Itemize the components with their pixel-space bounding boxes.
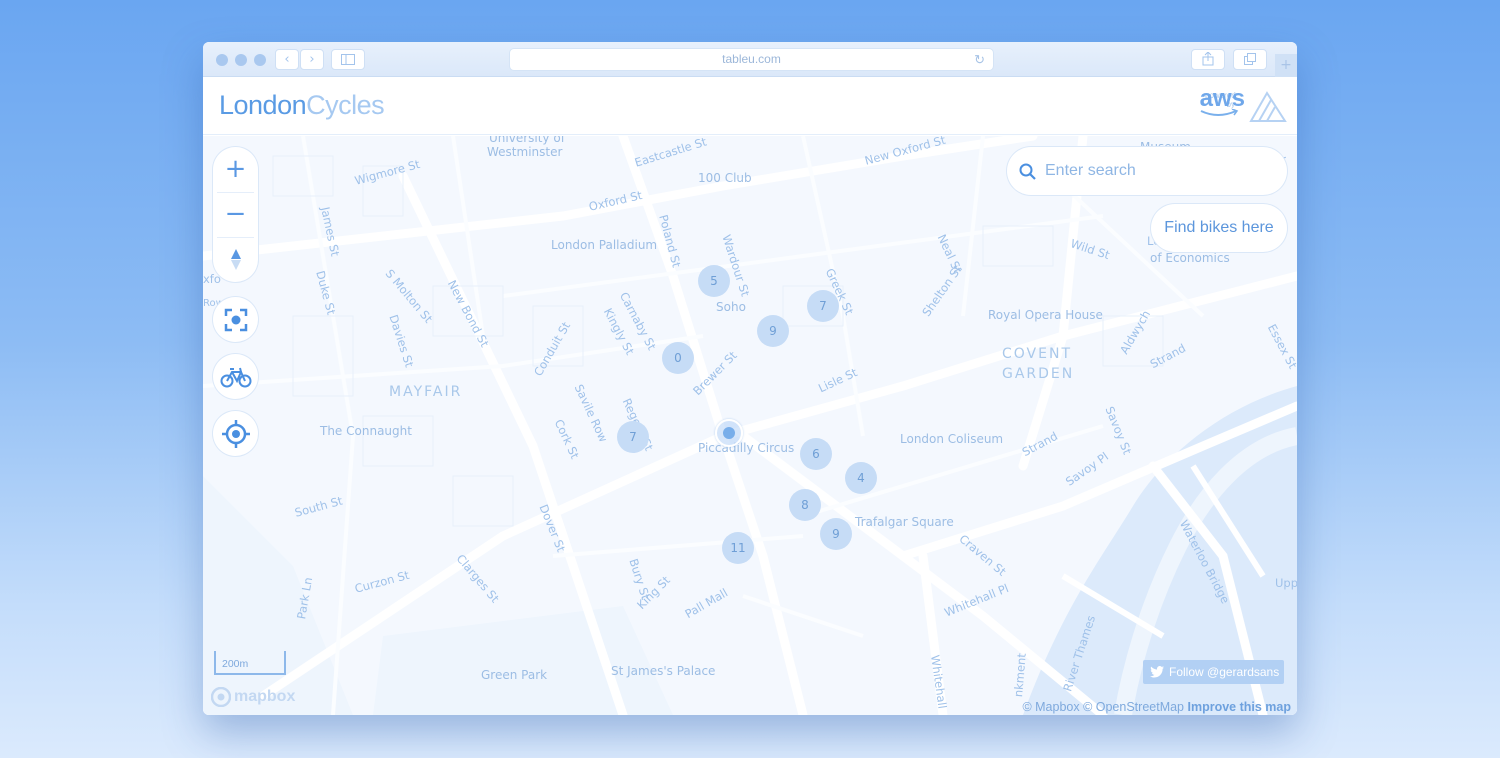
place-label: 100 Club <box>698 171 752 185</box>
place-label: London Palladium <box>551 238 658 252</box>
zoom-out-button[interactable]: − <box>213 192 258 237</box>
area-label-covent: COVENT <box>1002 346 1072 362</box>
amplify-logo-icon <box>1249 91 1287 122</box>
address-bar[interactable]: tableu.com ↻ <box>509 48 994 71</box>
place-label: London Coliseum <box>900 432 1004 446</box>
bike-cluster-marker[interactable]: 4 <box>845 462 877 494</box>
place-label: Soho <box>716 300 746 314</box>
bike-cluster-marker[interactable]: 6 <box>800 438 832 470</box>
compass-button[interactable] <box>213 237 258 282</box>
url-text: tableu.com <box>722 52 781 66</box>
tabs-icon <box>1244 53 1256 65</box>
area-label-garden: GARDEN <box>1002 366 1075 382</box>
app-header: LondonCycles powered by aws <box>203 77 1297 135</box>
bike-cluster-marker[interactable]: 9 <box>757 315 789 347</box>
bike-cluster-marker[interactable]: 0 <box>662 342 694 374</box>
back-button[interactable]: ‹ <box>275 49 299 70</box>
place-label: St James's Palace <box>611 664 716 678</box>
forward-button[interactable]: › <box>300 49 324 70</box>
place-label: Westminster <box>487 145 563 159</box>
reload-icon[interactable]: ↻ <box>974 49 985 70</box>
maximize-window-button[interactable] <box>254 54 266 66</box>
fit-bounds-button[interactable] <box>213 297 258 342</box>
place-label: University of <box>489 136 565 145</box>
bicycle-icon <box>220 367 251 387</box>
sidebar-toggle-button[interactable] <box>331 49 365 70</box>
aws-smile-icon <box>1200 109 1239 116</box>
bike-cluster-marker[interactable]: 11 <box>722 532 754 564</box>
app-title-london: London <box>219 90 307 120</box>
place-label: Piccadilly Circus <box>698 441 795 455</box>
place-label: The Connaught <box>320 424 412 438</box>
app-title-cycles: Cycles <box>306 90 385 120</box>
tabs-overview-button[interactable] <box>1233 49 1267 70</box>
bike-cluster-marker[interactable]: 8 <box>789 489 821 521</box>
scale-bar: 200m <box>214 651 286 675</box>
bike-cluster-marker[interactable]: 9 <box>820 518 852 550</box>
map-attribution: © Mapbox © OpenStreetMap Improve this ma… <box>1022 700 1291 714</box>
bike-layer-button[interactable] <box>213 354 258 399</box>
place-label: Trafalgar Square <box>855 515 954 529</box>
search-icon <box>1019 163 1036 180</box>
mapbox-wordmark: mapbox <box>234 688 296 705</box>
sidebar-icon <box>341 54 355 65</box>
area-label-mayfair: MAYFAIR <box>389 384 463 400</box>
minimize-window-button[interactable] <box>235 54 247 66</box>
user-location-marker <box>715 419 743 447</box>
locate-me-button[interactable] <box>213 411 258 456</box>
share-button[interactable] <box>1191 49 1225 70</box>
place-label: Green Park <box>481 668 548 682</box>
improve-map-link[interactable]: Improve this map <box>1188 700 1292 714</box>
map-view[interactable]: MAYFAIR COVENT GARDEN University of West… <box>203 136 1297 715</box>
compass-icon <box>230 249 241 270</box>
zoom-controls: + − <box>213 147 258 282</box>
share-icon <box>1202 51 1214 66</box>
twitter-bird-icon <box>1150 666 1164 678</box>
search-input[interactable] <box>1045 157 1275 185</box>
find-bikes-button[interactable]: Find bikes here <box>1151 204 1287 252</box>
place-label: of Economics <box>1150 251 1230 265</box>
attribution-text[interactable]: © Mapbox © OpenStreetMap <box>1022 700 1184 714</box>
street-label: Upp <box>1275 576 1297 590</box>
bike-cluster-marker[interactable]: 5 <box>698 265 730 297</box>
mapbox-icon <box>211 687 231 707</box>
close-window-button[interactable] <box>216 54 228 66</box>
browser-toolbar: ‹ › tableu.com ↻ + <box>203 42 1297 77</box>
mapbox-logo[interactable]: mapbox <box>211 687 295 707</box>
zoom-in-button[interactable]: + <box>213 147 258 192</box>
search-box[interactable] <box>1007 147 1287 195</box>
crosshair-location-icon <box>221 419 250 448</box>
browser-window: ‹ › tableu.com ↻ + LondonCycles powered … <box>203 42 1297 715</box>
twitter-follow-button[interactable]: Follow @gerardsans <box>1143 660 1284 684</box>
focus-frame-icon <box>224 308 247 331</box>
new-tab-button[interactable]: + <box>1275 54 1297 77</box>
twitter-follow-label: Follow @gerardsans <box>1169 665 1280 679</box>
bike-cluster-marker[interactable]: 7 <box>617 421 649 453</box>
bike-cluster-marker[interactable]: 7 <box>807 290 839 322</box>
place-label: Royal Opera House <box>988 308 1103 322</box>
app-title[interactable]: LondonCycles <box>219 90 385 121</box>
